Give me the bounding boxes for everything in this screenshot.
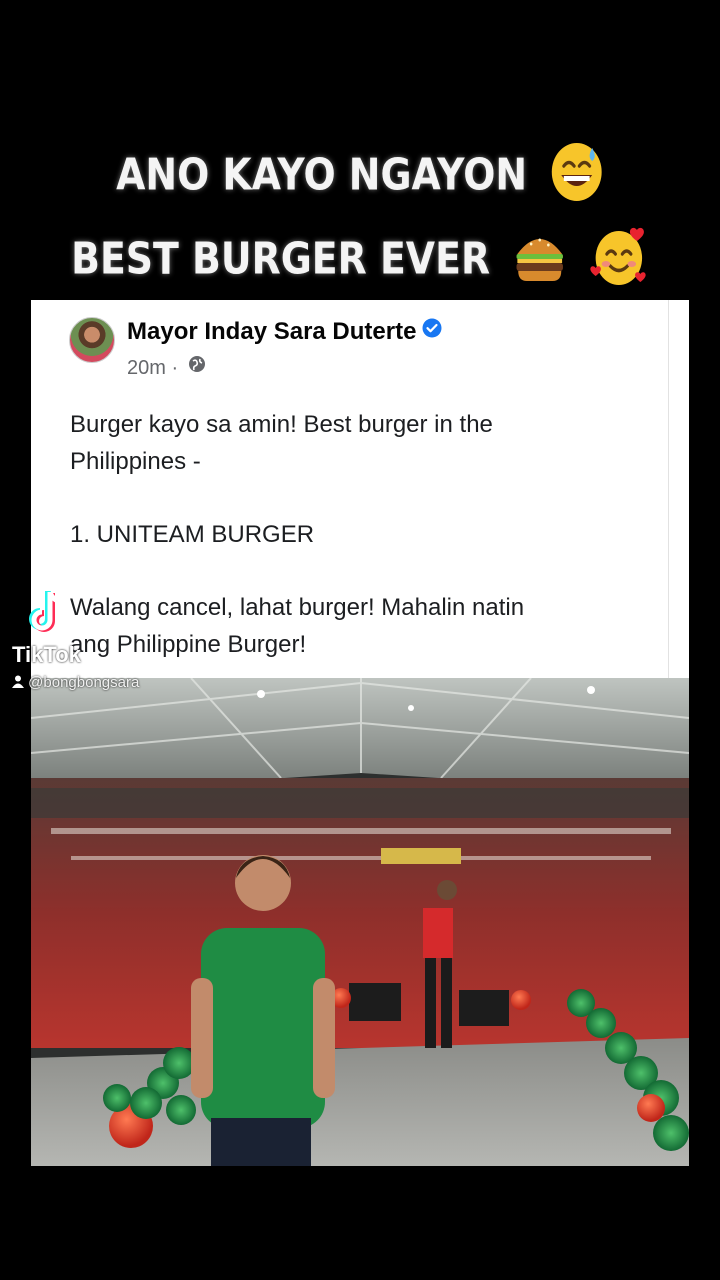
post-author[interactable]: Mayor Inday Sara Duterte xyxy=(127,318,442,346)
caption-line-1-text: ANO KAYO NGAYON xyxy=(116,149,528,201)
verified-badge-icon xyxy=(422,317,442,345)
tiktok-brand: TikTok xyxy=(12,642,81,667)
caption-line-2: BEST BURGER EVER xyxy=(50,224,669,299)
tiktok-handle: @bongbongsara xyxy=(12,674,139,691)
post-paragraph-2: 1. UNITEAM BURGER xyxy=(70,521,315,548)
post-paragraph-1: Burger kayo sa amin! Best burger in the … xyxy=(70,411,493,475)
video-frame: ANO KAYO NGAYON BEST BURGER EVER Mayor I… xyxy=(0,0,720,1280)
post-time[interactable]: 20m xyxy=(127,357,166,379)
post-meta: 20m · xyxy=(127,355,206,380)
hamburger-emoji-icon xyxy=(512,224,567,299)
caption-line-1: ANO KAYO NGAYON xyxy=(50,140,669,215)
grinning-sweat-emoji-icon xyxy=(549,140,604,215)
post-photo[interactable] xyxy=(31,678,689,1166)
post-author-name[interactable]: Mayor Inday Sara Duterte xyxy=(127,318,416,345)
tiktok-handle-text: @bongbongsara xyxy=(28,674,140,691)
meta-separator: · xyxy=(171,357,179,379)
tiktok-watermark: TikTok @bongbongsara xyxy=(12,588,192,698)
tiktok-logo-icon xyxy=(28,588,68,640)
author-avatar[interactable] xyxy=(69,317,115,363)
person-icon xyxy=(12,674,28,691)
caption-line-2-text: BEST BURGER EVER xyxy=(71,233,491,285)
globe-icon xyxy=(188,355,206,379)
smiling-face-with-hearts-emoji-icon xyxy=(589,224,649,299)
card-divider xyxy=(668,300,669,678)
